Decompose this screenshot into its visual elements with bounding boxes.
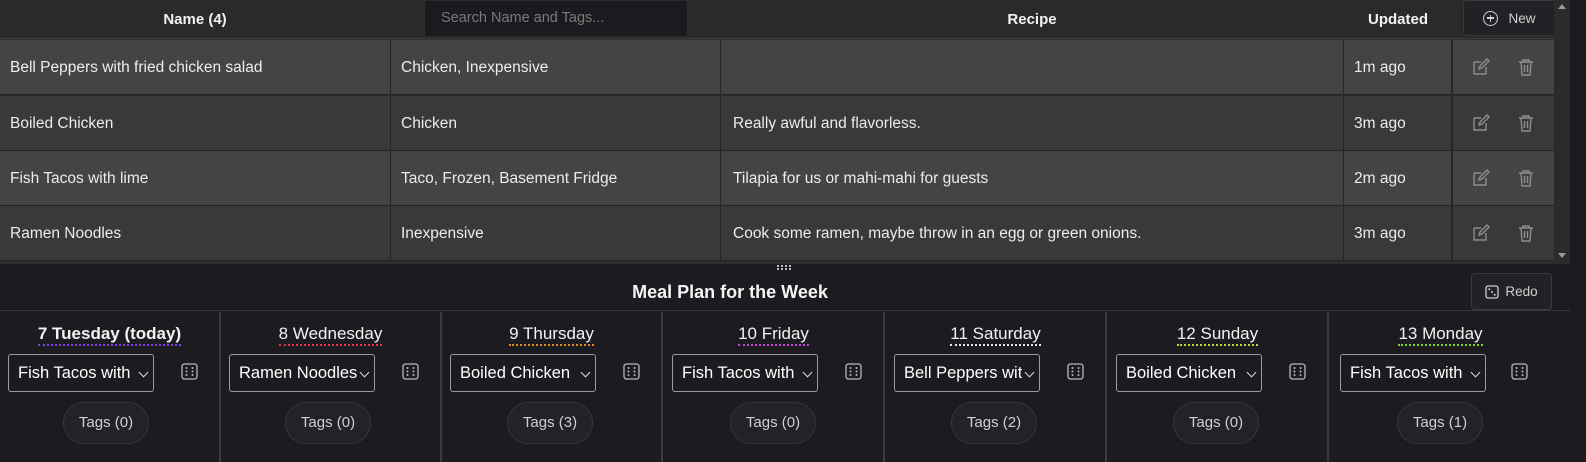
trash-icon[interactable] (1517, 169, 1535, 187)
recipe-name-cell: Bell Peppers with fried chicken salad (10, 59, 263, 76)
scroll-down-arrow-icon[interactable] (1558, 253, 1566, 258)
meal-select[interactable]: Fish Tacos with lime (8, 354, 154, 392)
recipe-table: Name (4) Recipe Updated New Bell Peppers… (0, 0, 1570, 264)
chevron-down-icon (359, 367, 370, 378)
chevron-down-icon (802, 367, 813, 378)
tags-button[interactable]: Tags (3) (507, 402, 593, 444)
new-recipe-button[interactable]: New (1463, 0, 1556, 36)
table-row[interactable]: Boiled Chicken Chicken Really awful and … (0, 96, 1554, 151)
redo-button-label: Redo (1505, 284, 1538, 299)
divider (0, 310, 1570, 311)
recipe-name-cell: Ramen Noodles (10, 225, 122, 242)
day-column-wednesday: 8 Wednesday Ramen Noodles Tags (0) (221, 312, 442, 462)
tags-button[interactable]: Tags (0) (63, 402, 149, 444)
trash-icon[interactable] (1517, 224, 1535, 242)
table-scrollbar[interactable] (1554, 0, 1570, 264)
meal-plan-panel: Meal Plan for the Week Redo 7 Tuesday (t… (0, 272, 1570, 462)
tags-button[interactable]: Tags (1) (1397, 402, 1483, 444)
edit-icon[interactable] (1472, 114, 1490, 132)
chevron-down-icon (580, 367, 591, 378)
edit-icon[interactable] (1472, 224, 1490, 242)
search-input[interactable] (424, 0, 688, 37)
dice-icon (1485, 284, 1500, 299)
name-column-header[interactable]: Name (4) (0, 0, 390, 39)
day-label: 8 Wednesday (221, 324, 440, 346)
row-actions (1451, 206, 1554, 261)
chevron-down-icon (1470, 367, 1481, 378)
updated-cell: 1m ago (1343, 40, 1451, 95)
day-column-friday: 10 Friday Fish Tacos with lime Tags (0) (664, 312, 885, 462)
day-column-saturday: 11 Saturday Bell Peppers with fried chic… (886, 312, 1107, 462)
trash-icon[interactable] (1517, 58, 1535, 76)
chevron-down-icon (1246, 367, 1257, 378)
row-actions (1451, 151, 1554, 206)
plus-circle-icon (1483, 10, 1499, 26)
edit-icon[interactable] (1472, 58, 1490, 76)
dice-icon[interactable] (1067, 363, 1084, 380)
dice-icon[interactable] (845, 363, 862, 380)
row-actions (1451, 40, 1554, 95)
meal-select[interactable]: Boiled Chicken (1116, 354, 1262, 392)
table-row[interactable]: Fish Tacos with lime Taco, Frozen, Basem… (0, 151, 1554, 206)
day-column-monday: 13 Monday Fish Tacos with lime Tags (1) (1330, 312, 1551, 462)
recipe-name-cell: Boiled Chicken (10, 115, 114, 132)
day-column-tuesday: 7 Tuesday (today) Fish Tacos with lime T… (0, 312, 221, 462)
panel-resize-handle[interactable] (776, 265, 792, 270)
table-row[interactable]: Ramen Noodles Inexpensive Cook some rame… (0, 206, 1554, 261)
edit-icon[interactable] (1472, 169, 1490, 187)
updated-cell: 3m ago (1343, 206, 1451, 261)
meal-select[interactable]: Bell Peppers with fried chicken salad (894, 354, 1040, 392)
trash-icon[interactable] (1517, 114, 1535, 132)
day-label: 12 Sunday (1108, 324, 1327, 346)
new-button-label: New (1508, 10, 1536, 26)
recipe-column-header[interactable]: Recipe (720, 0, 1344, 39)
updated-cell: 2m ago (1343, 151, 1451, 206)
meal-select[interactable]: Fish Tacos with lime (672, 354, 818, 392)
day-label: 11 Saturday (886, 324, 1105, 346)
chevron-down-icon (138, 367, 149, 378)
dice-icon[interactable] (402, 363, 419, 380)
recipe-tags-cell: Chicken (390, 96, 720, 151)
tags-button[interactable]: Tags (0) (730, 402, 816, 444)
dice-icon[interactable] (1511, 363, 1528, 380)
dice-icon[interactable] (1289, 363, 1306, 380)
tags-button[interactable]: Tags (0) (285, 402, 371, 444)
tags-button[interactable]: Tags (0) (1173, 402, 1259, 444)
updated-cell: 3m ago (1343, 96, 1451, 151)
dice-icon[interactable] (623, 363, 640, 380)
day-label: 7 Tuesday (today) (0, 324, 219, 346)
row-actions (1451, 96, 1554, 151)
meal-select[interactable]: Boiled Chicken (450, 354, 596, 392)
table-header: Name (4) Recipe Updated New (0, 0, 1570, 39)
day-column-thursday: 9 Thursday Boiled Chicken Tags (3) (442, 312, 663, 462)
recipe-tags-cell: Taco, Frozen, Basement Fridge (390, 151, 720, 206)
recipe-tags-cell: Inexpensive (390, 206, 720, 261)
day-label: 13 Monday (1330, 324, 1551, 346)
updated-column-header[interactable]: Updated (1344, 0, 1452, 39)
tags-button[interactable]: Tags (2) (951, 402, 1037, 444)
day-label: 10 Friday (664, 324, 883, 346)
scroll-up-arrow-icon[interactable] (1558, 4, 1566, 9)
chevron-down-icon (1024, 367, 1035, 378)
meal-select[interactable]: Ramen Noodles (229, 354, 375, 392)
recipe-text-cell: Tilapia for us or mahi-mahi for guests (720, 151, 1343, 206)
day-column-sunday: 12 Sunday Boiled Chicken Tags (0) (1108, 312, 1329, 462)
recipe-text-cell: Really awful and flavorless. (720, 96, 1343, 151)
day-label: 9 Thursday (442, 324, 661, 346)
meal-plan-title: Meal Plan for the Week (632, 282, 828, 302)
table-row[interactable]: Bell Peppers with fried chicken salad Ch… (0, 40, 1554, 95)
dice-icon[interactable] (181, 363, 198, 380)
recipe-tags-cell: Chicken, Inexpensive (390, 40, 720, 95)
recipe-text-cell (720, 40, 1343, 95)
meal-select[interactable]: Fish Tacos with lime (1340, 354, 1486, 392)
recipe-text-cell: Cook some ramen, maybe throw in an egg o… (720, 206, 1343, 261)
redo-button[interactable]: Redo (1471, 273, 1552, 310)
recipe-name-cell: Fish Tacos with lime (10, 170, 149, 187)
